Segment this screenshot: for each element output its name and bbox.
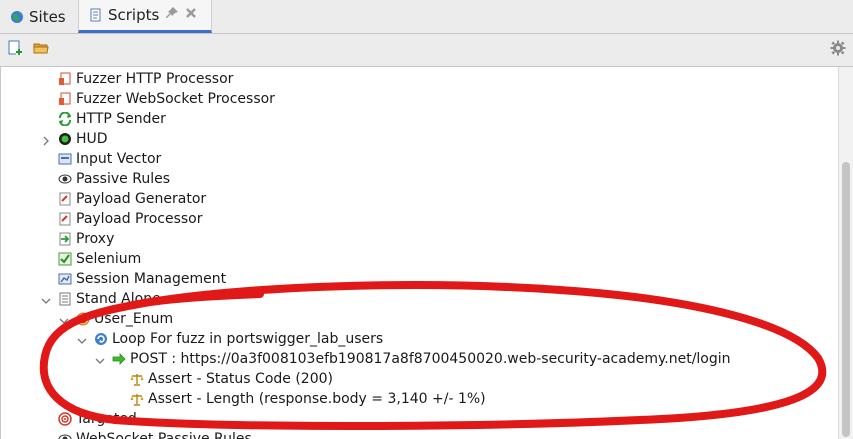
options-button[interactable] (829, 40, 847, 60)
tree-item-post-request[interactable]: POST : https://0a3f008103efb190817a8f870… (112, 349, 731, 369)
targeted-icon (58, 412, 72, 426)
tree-item-input-vector[interactable]: Input Vector (58, 149, 161, 169)
session-management-icon (58, 272, 72, 286)
zest-script-icon (76, 312, 90, 326)
tree-item-stand-alone[interactable]: Stand Alone (58, 289, 161, 309)
scales-icon (130, 392, 144, 406)
hud-icon (58, 132, 72, 146)
websocket-passive-icon (58, 432, 72, 439)
request-arrow-icon (112, 352, 126, 366)
load-script-button[interactable] (32, 41, 50, 59)
tree-item-loop[interactable]: Loop For fuzz in portswigger_lab_users (94, 329, 383, 349)
load-script-icon (33, 40, 49, 60)
scripts-tree: Fuzzer HTTP Processor Fuzzer WebSocket P… (0, 67, 839, 439)
scripts-icon (89, 8, 103, 22)
tree-item-assert-length[interactable]: Assert - Length (response.body = 3,140 +… (130, 389, 486, 409)
tree-item-proxy[interactable]: Proxy (58, 229, 114, 249)
scripts-toolbar (0, 34, 853, 67)
tab-sites[interactable]: Sites (0, 0, 78, 33)
tree-item-http-sender[interactable]: HTTP Sender (58, 109, 166, 129)
scales-icon (130, 372, 144, 386)
selenium-icon (58, 252, 72, 266)
pin-icon[interactable] (165, 6, 179, 24)
collapse-chevron-icon[interactable] (95, 354, 105, 364)
tree-item-websocket-passive-rules[interactable]: WebSocket Passive Rules (58, 429, 252, 439)
tree-item-hud[interactable]: HUD (58, 129, 108, 149)
vertical-scrollbar[interactable] (838, 67, 853, 439)
tab-scripts[interactable]: Scripts (78, 0, 212, 33)
collapse-chevron-icon[interactable] (77, 334, 87, 344)
gear-icon (830, 40, 846, 60)
tree-item-user-enum[interactable]: User_Enum (76, 309, 173, 329)
new-script-icon (7, 40, 23, 60)
payload-processor-icon (58, 212, 72, 226)
payload-generator-icon (58, 192, 72, 206)
tree-item-fuzzer-http-processor[interactable]: Fuzzer HTTP Processor (58, 69, 233, 89)
collapse-chevron-icon[interactable] (59, 314, 69, 324)
input-vector-icon (58, 152, 72, 166)
collapse-chevron-icon[interactable] (41, 294, 51, 304)
tree-item-fuzzer-websocket-processor[interactable]: Fuzzer WebSocket Processor (58, 89, 275, 109)
loop-icon (94, 332, 108, 346)
tree-item-payload-processor[interactable]: Payload Processor (58, 209, 202, 229)
tab-scripts-label: Scripts (108, 6, 160, 24)
passive-rules-icon (58, 172, 72, 186)
tab-bar: Sites Scripts (0, 0, 853, 34)
tree-item-session-management[interactable]: Session Management (58, 269, 226, 289)
fuzzer-http-icon (58, 72, 72, 86)
tree-item-passive-rules[interactable]: Passive Rules (58, 169, 170, 189)
tree-item-targeted[interactable]: Targeted (58, 409, 137, 429)
tree-item-assert-status[interactable]: Assert - Status Code (200) (130, 369, 333, 389)
new-script-button[interactable] (6, 40, 24, 60)
globe-icon (10, 10, 24, 24)
stand-alone-icon (58, 292, 72, 306)
close-icon[interactable] (185, 7, 197, 23)
http-sender-icon (58, 111, 72, 127)
tree-item-selenium[interactable]: Selenium (58, 249, 141, 269)
tree-item-payload-generator[interactable]: Payload Generator (58, 189, 206, 209)
expand-chevron-icon[interactable] (41, 134, 51, 146)
fuzzer-websocket-icon (58, 92, 72, 106)
tab-sites-label: Sites (29, 7, 66, 26)
proxy-icon (58, 232, 72, 246)
scrollbar-thumb[interactable] (842, 162, 850, 437)
